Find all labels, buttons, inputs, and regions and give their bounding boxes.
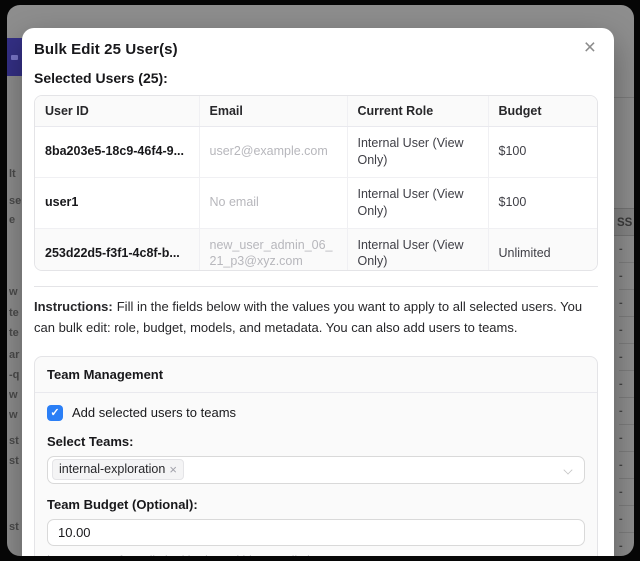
role-cell: Internal User (View Only)	[347, 127, 488, 178]
budget-cell: $100	[488, 127, 597, 178]
column-header-budget: Budget	[488, 96, 597, 127]
selected-users-table: User ID Email Current Role Budget 8ba203…	[35, 96, 597, 271]
instructions-label: Instructions:	[34, 299, 113, 314]
role-cell: Internal User (View Only)	[347, 177, 488, 228]
table-row: 8ba203e5-18c9-46f4-9... user2@example.co…	[35, 127, 597, 178]
add-users-to-teams-label: Add selected users to teams	[72, 405, 236, 420]
role-cell: Internal User (View Only)	[347, 228, 488, 271]
background-table-edge: SS - - - - - - - - - - - -	[614, 5, 634, 556]
app-window-dimmed: lt se e w te te ar -q w w st st st SS - …	[7, 5, 634, 556]
add-users-to-teams-checkbox-row[interactable]: ✓ Add selected users to teams	[47, 405, 585, 421]
budget-cell: $100	[488, 177, 597, 228]
team-management-title: Team Management	[35, 357, 597, 393]
budget-help-text: Leave empty for unlimited budget within …	[47, 553, 585, 556]
modal-title: Bulk Edit 25 User(s)	[34, 41, 178, 58]
select-teams-label: Select Teams:	[47, 434, 585, 449]
background-column-header: SS	[614, 208, 634, 236]
close-icon[interactable]: ×	[582, 40, 598, 56]
table-header-row: User ID Email Current Role Budget	[35, 96, 597, 127]
background-row-divider	[614, 97, 634, 98]
bulk-edit-modal: Bulk Edit 25 User(s) × Selected Users (2…	[22, 28, 614, 556]
column-header-current-role: Current Role	[347, 96, 488, 127]
background-table-cells: - - - - - - - - - - - -	[619, 236, 634, 556]
user-id-cell: user1	[35, 177, 199, 228]
column-header-email: Email	[199, 96, 347, 127]
user-id-cell: 253d22d5-f3f1-4c8f-b...	[35, 228, 199, 271]
email-cell: user2@example.com	[199, 127, 347, 178]
instructions-body: Fill in the fields below with the values…	[34, 299, 582, 335]
selected-users-table-scroll[interactable]: User ID Email Current Role Budget 8ba203…	[34, 95, 598, 271]
section-divider	[34, 286, 598, 287]
instructions-text: Instructions:Fill in the fields below wi…	[34, 297, 598, 339]
checkbox-checked-icon[interactable]: ✓	[47, 405, 63, 421]
selected-users-label: Selected Users (25):	[34, 70, 598, 86]
teams-multiselect[interactable]: internal-exploration ×	[47, 456, 585, 484]
user-id-cell: 8ba203e5-18c9-46f4-9...	[35, 127, 199, 178]
table-row: user1 No email Internal User (View Only)…	[35, 177, 597, 228]
team-budget-input[interactable]	[47, 519, 585, 546]
chevron-down-icon	[563, 465, 572, 474]
remove-team-icon[interactable]: ×	[169, 461, 177, 478]
team-management-section: Team Management ✓ Add selected users to …	[34, 356, 598, 556]
email-cell: new_user_admin_06_21_p3@xyz.com	[199, 228, 347, 271]
background-primary-button	[7, 38, 22, 76]
team-budget-label: Team Budget (Optional):	[47, 497, 585, 512]
email-cell: No email	[199, 177, 347, 228]
selected-team-tag: internal-exploration ×	[52, 459, 184, 480]
selected-team-name: internal-exploration	[59, 461, 165, 478]
table-row: 253d22d5-f3f1-4c8f-b... new_user_admin_0…	[35, 228, 597, 271]
budget-cell: Unlimited	[488, 228, 597, 271]
background-button-icon	[11, 55, 18, 60]
column-header-user-id: User ID	[35, 96, 199, 127]
